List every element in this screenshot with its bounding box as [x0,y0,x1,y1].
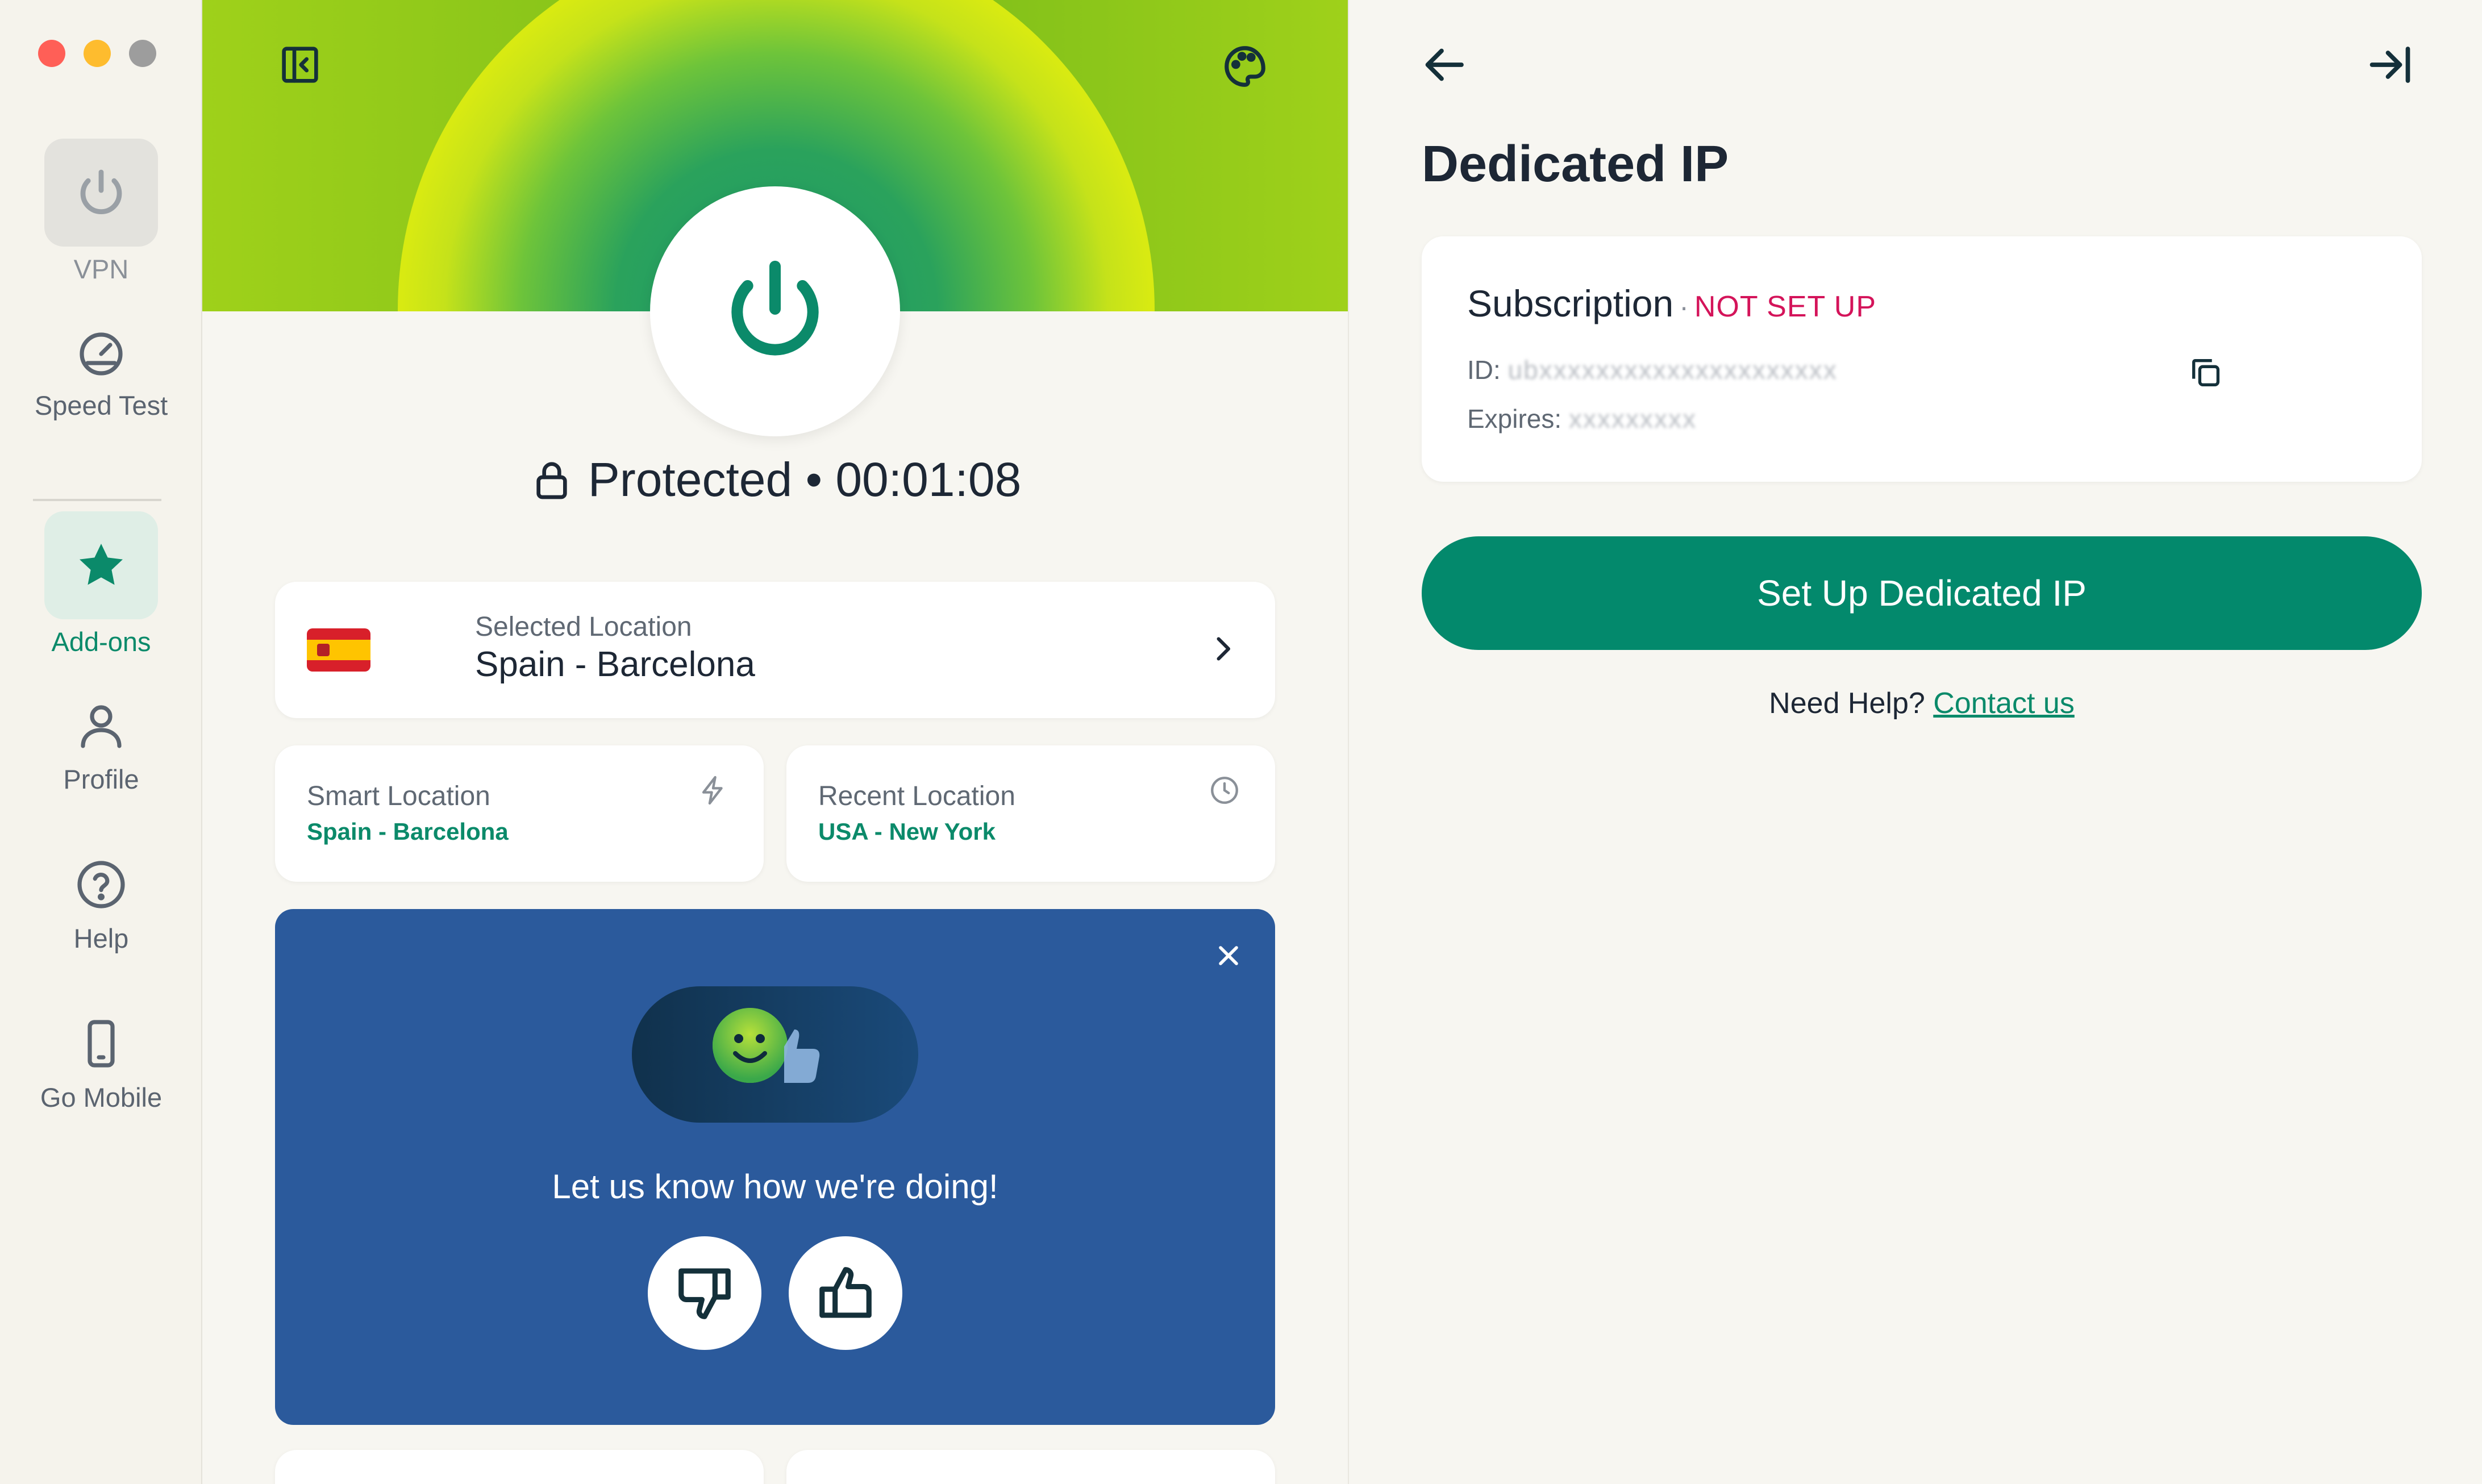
smart-location-value: Spain - Barcelona [307,818,509,845]
sidebar-item-speed-test[interactable]: Speed Test [0,320,202,421]
recent-location-value: USA - New York [818,818,996,845]
chevron-right-icon [1206,632,1240,669]
id-value: ubxxxxxxxxxxxxxxxxxxxxx [1507,355,1838,385]
minimize-window-button[interactable] [84,40,111,67]
palette-icon[interactable] [1221,42,1266,87]
sidebar-item-go-mobile[interactable]: Go Mobile [0,1012,202,1113]
close-icon[interactable] [1213,940,1244,974]
dedicated-ip-panel: Dedicated IP Subscription · NOT SET UP ID:… [1348,0,2482,1484]
recent-location-card[interactable]: Recent Location USA - New York [786,745,1275,882]
close-window-button[interactable] [38,40,65,67]
subscription-expires-row: Expires: xxxxxxxxx [1467,403,1697,434]
setup-dedicated-ip-button[interactable]: Set Up Dedicated IP [1422,536,2422,650]
back-arrow-icon[interactable] [1422,41,1469,91]
selected-location-card[interactable]: Selected Location Spain - Barcelona [275,582,1275,718]
bottom-card-left [275,1450,764,1484]
phone-icon [88,1020,115,1068]
selected-location-value: Spain - Barcelona [475,645,755,684]
power-icon [80,169,122,215]
lock-icon [536,461,567,499]
subscription-id-row: ID: ubxxxxxxxxxxxxxxxxxxxxx [1467,355,1838,385]
separator-dot: · [1679,291,1689,323]
expires-label: Expires: [1467,404,1562,433]
subscription-label: Subscription [1467,282,1674,324]
sidebar-item-help[interactable]: Help [0,853,202,954]
sidebar-item-label: Help [73,923,129,953]
collapse-sidebar-icon[interactable] [277,42,323,87]
thumbs-down-icon [678,1268,731,1319]
status-badge: NOT SET UP [1694,290,1877,323]
sidebar-item-label: Go Mobile [40,1082,163,1112]
sidebar-item-label: Add-ons [51,627,151,657]
page-title: Dedicated IP [1422,136,1729,193]
thumbs-up-button[interactable] [789,1236,902,1350]
subscription-header: Subscription · NOT SET UP [1467,282,1876,325]
smart-location-card[interactable]: Smart Location Spain - Barcelona [275,745,764,882]
recent-location-label: Recent Location [818,781,1015,811]
selected-location-label: Selected Location [475,612,692,642]
subscription-card: Subscription · NOT SET UP ID: ubxxxxxxxxxx… [1422,236,2422,482]
connect-power-button[interactable] [650,186,900,436]
sidebar-item-label: Profile [63,764,139,794]
vpn-home-panel: Protected • 00:01:08 Selected Location S… [202,0,1348,1484]
sidebar-item-label: VPN [73,254,129,284]
feedback-card: Let us know how we're doing! [275,909,1275,1425]
lightning-icon [697,774,730,810]
speedometer-icon [80,332,123,376]
help-line: Need Help? Contact us [1422,686,2422,720]
status-text: Protected • 00:01:08 [588,453,1022,506]
contact-us-link[interactable]: Contact us [1933,687,2075,720]
zoom-window-button[interactable] [129,40,156,67]
sidebar-item-profile[interactable]: Profile [0,694,202,795]
person-icon [81,705,122,748]
collapse-panel-icon[interactable] [2366,41,2414,91]
bottom-card-right [786,1450,1275,1484]
sidebar: VPN Speed Test Add-ons Profile Help Go M… [0,0,202,1484]
clock-icon [1208,774,1241,810]
feedback-prompt: Let us know how we're doing! [552,1168,998,1206]
sidebar-item-vpn[interactable]: VPN [0,139,202,285]
smart-location-label: Smart Location [307,781,490,811]
question-icon [77,861,125,908]
sidebar-divider [33,499,161,501]
id-label: ID: [1467,355,1501,385]
star-icon [80,544,123,585]
feedback-illustration [632,986,918,1123]
app-window: VPN Speed Test Add-ons Profile Help Go M… [0,0,2482,1484]
copy-icon[interactable] [2188,355,2224,394]
expires-value: xxxxxxxxx [1568,404,1697,433]
power-icon [731,260,819,356]
thumbs-up-icon [819,1267,872,1318]
connection-status: Protected • 00:01:08 [202,452,1348,507]
spain-flag-icon [307,628,370,672]
sidebar-item-add-ons[interactable]: Add-ons [0,511,202,657]
sidebar-item-label: Speed Test [34,390,168,420]
help-text: Need Help? [1769,687,1925,720]
thumbs-down-button[interactable] [648,1236,761,1350]
